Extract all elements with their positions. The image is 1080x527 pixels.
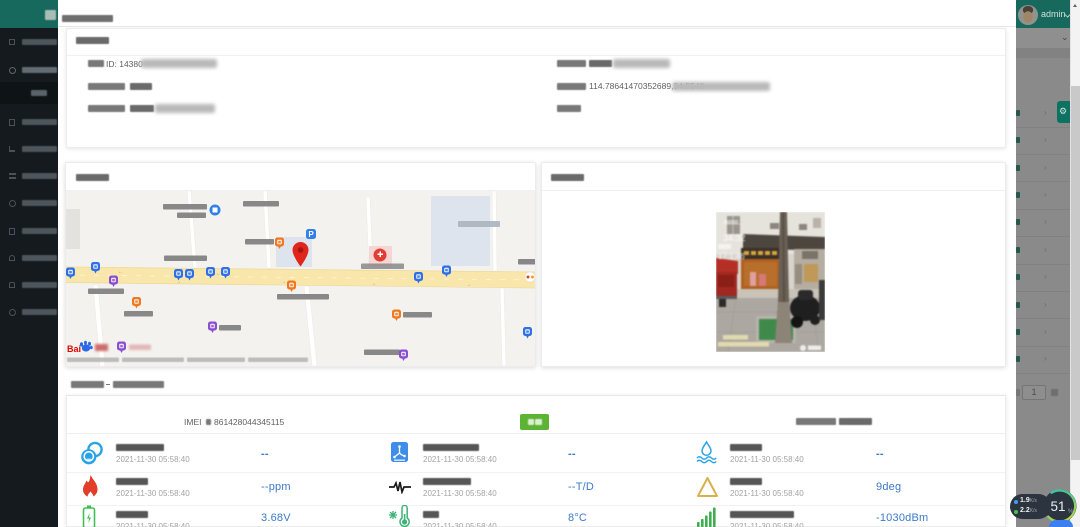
svg-text:P: P [308, 230, 314, 239]
svg-text:←: ← [216, 271, 221, 277]
svg-text:34:32: 34:32 [723, 233, 746, 243]
svg-text:→: → [466, 282, 471, 288]
svg-text:→: → [371, 281, 376, 287]
svg-text:→: → [281, 279, 286, 285]
svg-text:17:1:46: 17:1:46 [718, 252, 745, 261]
svg-text:%: % [1068, 509, 1074, 515]
svg-text:Bai: Bai [67, 344, 81, 354]
svg-text:←: ← [118, 269, 123, 275]
svg-text:51: 51 [1051, 499, 1066, 514]
